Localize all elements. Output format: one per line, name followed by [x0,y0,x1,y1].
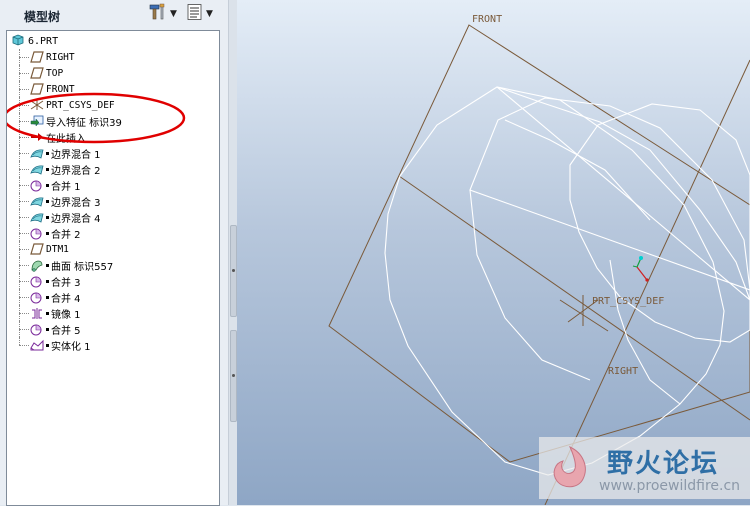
forum-watermark: 野火论坛 www.proewildfire.cn [539,437,750,499]
tree-item-label: 边界混合 3 [51,197,101,209]
merge-icon [29,273,45,289]
graphics-viewport[interactable]: FRONT PRT_CSYS_DEF RIGHT 野火论坛 www.proewi… [237,0,750,505]
tree-item-label: 实体化 1 [51,341,91,353]
settings-dropdown-button[interactable]: ▼ [148,3,177,25]
tools-icon [148,3,168,25]
watermark-url: www.proewildfire.cn [599,478,741,494]
wireframe-geometry [384,86,750,476]
chevron-down-icon: ▼ [206,9,213,19]
boundary-blend-icon [29,193,45,209]
tree-item-merge-2[interactable]: 合并 2 [19,225,81,241]
tree-item-label: 边界混合 4 [51,213,101,225]
model-tree-title: 模型树 [24,10,61,24]
tree-item-dtm1[interactable]: DTM1 [19,241,69,257]
surface-icon [29,257,45,273]
solidify-icon [29,337,45,353]
tree-item-label: 合并 3 [51,277,81,289]
front-plane-label[interactable]: FRONT [472,14,502,25]
tree-item-boundary-blend-3[interactable]: 边界混合 3 [19,193,101,209]
tree-item-solidify-1[interactable]: 实体化 1 [19,337,91,353]
model-tree-panel: 模型树 ▼ ▼ 6.PRT RIGHT TOP FRONT PRT_CSYS_D… [0,0,229,506]
watermark-title: 野火论坛 [607,449,720,479]
right-plane-label[interactable]: RIGHT [608,366,638,377]
panel-splitter[interactable] [228,0,237,505]
tree-item-label: 合并 5 [51,325,81,337]
splitter-grip[interactable] [230,225,237,317]
boundary-blend-icon [29,209,45,225]
tree-item-label: DTM1 [46,243,69,255]
model-tree: 6.PRT RIGHT TOP FRONT PRT_CSYS_DEF 导入特征 … [6,30,220,506]
tree-item-label: 镜像 1 [51,309,81,321]
tree-item-mirror-1[interactable]: 镜像 1 [19,305,81,321]
show-dropdown-button[interactable]: ▼ [186,4,213,24]
list-view-icon [186,3,204,25]
tree-item-boundary-blend-4[interactable]: 边界混合 4 [19,209,101,225]
merge-icon [29,289,45,305]
mirror-icon [29,305,45,321]
chevron-down-icon: ▼ [170,9,177,19]
splitter-grip[interactable] [230,330,237,422]
tree-item-label: 曲面 标识557 [51,261,114,273]
tree-item-merge-4[interactable]: 合并 4 [19,289,81,305]
tree-item-merge-5[interactable]: 合并 5 [19,321,81,337]
view-orientation-triad-icon [632,256,649,282]
datum-plane-icon [29,241,45,257]
merge-icon [29,321,45,337]
merge-icon [29,225,45,241]
tree-item-label: 合并 4 [51,293,81,305]
model-tree-header: 模型树 ▼ ▼ [0,0,228,28]
tree-item-merge-3[interactable]: 合并 3 [19,273,81,289]
tree-item-surface[interactable]: 曲面 标识557 [19,257,113,273]
flame-logo-icon [553,445,586,488]
tree-item-label: 合并 2 [51,229,81,241]
annotation-ellipse [7,92,186,144]
csys-label[interactable]: PRT_CSYS_DEF [592,296,664,307]
